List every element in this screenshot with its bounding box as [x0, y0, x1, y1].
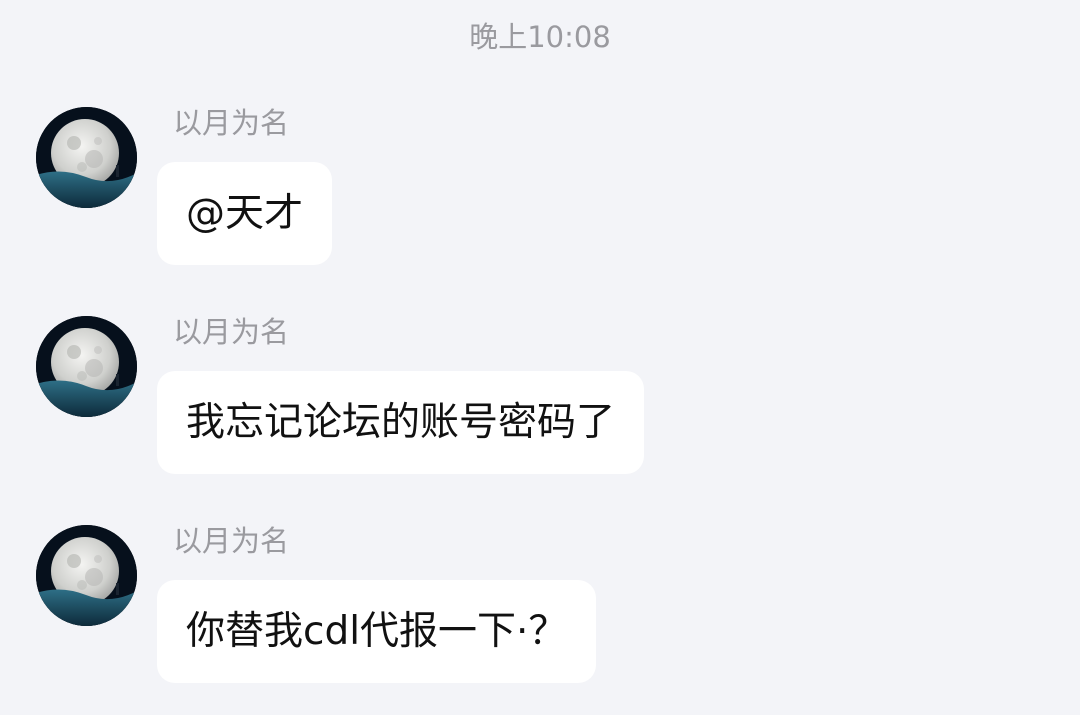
moon-avatar-icon — [36, 316, 137, 417]
user-avatar[interactable] — [36, 107, 137, 208]
sender-name: 以月为名 — [173, 315, 290, 349]
user-avatar[interactable] — [36, 316, 137, 417]
message-bubble[interactable]: @天才 — [157, 162, 333, 265]
chat-thread[interactable]: 晚上10:08 以月为名 @天才 以月为名 我忘记论坛的账号密码了 以月为名 你… — [0, 0, 1080, 715]
message-bubble[interactable]: 你替我cdl代报一下·？ — [157, 580, 597, 683]
sender-name: 以月为名 — [173, 524, 290, 558]
user-avatar[interactable] — [36, 525, 137, 626]
moon-avatar-icon — [36, 525, 137, 626]
message-bubble[interactable]: 我忘记论坛的账号密码了 — [157, 371, 645, 474]
sender-name: 以月为名 — [173, 106, 290, 140]
message-timestamp: 晚上10:08 — [469, 20, 611, 54]
moon-avatar-icon — [36, 107, 137, 208]
